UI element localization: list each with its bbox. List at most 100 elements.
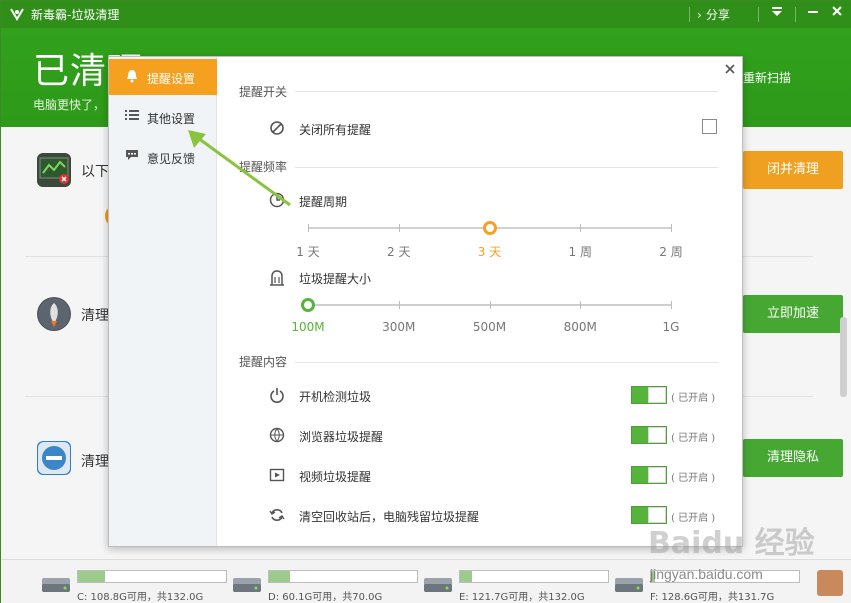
toggle-state-label: ( 已开启 ) bbox=[671, 433, 716, 444]
slider-tick bbox=[398, 301, 400, 309]
content-item-toggle[interactable] bbox=[631, 386, 667, 404]
slider-tick bbox=[489, 301, 491, 309]
divider bbox=[295, 167, 718, 168]
divider bbox=[295, 362, 718, 363]
dialog-close-button[interactable] bbox=[720, 59, 740, 79]
toggle-knob bbox=[648, 387, 666, 403]
drive-usage-fill bbox=[78, 571, 105, 582]
slider-tick bbox=[671, 301, 672, 309]
row-label: 清理 bbox=[81, 308, 109, 324]
toggle-state-label: ( 已开启 ) bbox=[671, 513, 716, 524]
guide-arrow-icon bbox=[188, 130, 291, 207]
slider-option-label[interactable]: 1G bbox=[663, 320, 680, 334]
sidebar-item-reminder-settings[interactable]: 提醒设置 bbox=[109, 59, 217, 95]
sidebar-item-label: 提醒设置 bbox=[147, 72, 196, 86]
row-label: 清理 bbox=[81, 454, 109, 470]
drive-usage-fill bbox=[651, 571, 656, 582]
slider-tick bbox=[671, 224, 672, 232]
drive-usage-bar bbox=[77, 570, 227, 583]
hard-drive-icon bbox=[615, 578, 643, 592]
minimize-button[interactable] bbox=[801, 4, 825, 24]
clean-privacy-button[interactable]: 清理隐私 bbox=[743, 439, 843, 477]
rescan-link[interactable]: 重新扫描 bbox=[743, 69, 791, 86]
content-item-toggle[interactable] bbox=[631, 426, 667, 444]
rocket-icon bbox=[37, 297, 71, 331]
content-item-label: 清空回收站后，电脑残留垃圾提醒 bbox=[299, 510, 480, 524]
toggle-state-label: ( 已开启 ) bbox=[671, 473, 716, 484]
slider-option-label[interactable]: 800M bbox=[564, 320, 597, 334]
hard-drive-icon bbox=[424, 578, 452, 592]
drive-info: F: 128.6G可用，共131.7G bbox=[650, 592, 775, 603]
monitor-icon bbox=[37, 153, 71, 187]
scrollbar[interactable] bbox=[840, 317, 847, 397]
privacy-icon bbox=[37, 441, 71, 475]
toolbox-icon[interactable] bbox=[817, 570, 843, 596]
minimize-icon bbox=[808, 11, 818, 13]
share-button[interactable]: › 分享 bbox=[697, 6, 730, 23]
content-item-label: 视频垃圾提醒 bbox=[299, 470, 372, 484]
close-window-button[interactable] bbox=[825, 4, 849, 24]
drive-e: E: 121.7G可用，共132.0G bbox=[423, 568, 613, 603]
chevron-right-icon: › bbox=[697, 8, 702, 22]
section-title-content: 提醒内容 bbox=[239, 355, 288, 369]
slider-tick bbox=[398, 224, 400, 232]
banner-subtitle: 电脑更快了， bbox=[33, 98, 106, 112]
drive-usage-bar bbox=[459, 570, 609, 583]
slider-option-label[interactable]: 300M bbox=[382, 320, 415, 334]
size-label: 垃圾提醒大小 bbox=[299, 272, 372, 286]
slider-option-label[interactable]: 1 周 bbox=[569, 243, 592, 260]
titlebar-divider bbox=[795, 7, 796, 22]
browser-icon bbox=[269, 427, 285, 443]
trash-bin-icon bbox=[270, 270, 284, 286]
drive-info: D: 60.1G可用，共70.0G bbox=[268, 592, 383, 603]
close-and-clean-button[interactable]: 闭并清理 bbox=[743, 151, 843, 189]
chat-icon bbox=[125, 149, 139, 163]
slider-option-label[interactable]: 1 天 bbox=[296, 243, 319, 260]
close-all-reminders-checkbox[interactable] bbox=[702, 119, 717, 134]
drive-usage-fill bbox=[269, 571, 290, 582]
content-item-toggle[interactable] bbox=[631, 506, 667, 524]
close-icon bbox=[832, 6, 842, 16]
slider-knob[interactable] bbox=[301, 298, 315, 312]
content-item-label: 开机检测垃圾 bbox=[299, 390, 372, 404]
titlebar-divider bbox=[689, 7, 690, 22]
section-title-switch: 提醒开关 bbox=[239, 85, 288, 99]
drive-info: C: 108.8G可用，共132.0G bbox=[77, 592, 204, 603]
content-item-label: 浏览器垃圾提醒 bbox=[299, 430, 384, 444]
speed-up-button[interactable]: 立即加速 bbox=[743, 295, 843, 333]
menu-down-icon bbox=[772, 7, 782, 16]
drive-d: D: 60.1G可用，共70.0G bbox=[232, 568, 422, 603]
app-logo-icon bbox=[10, 8, 24, 21]
drive-c: C: 108.8G可用，共132.0G bbox=[41, 568, 231, 603]
recycle-icon bbox=[269, 507, 285, 523]
bell-icon bbox=[125, 69, 139, 83]
slider-tick bbox=[580, 301, 582, 309]
content-item-toggle[interactable] bbox=[631, 466, 667, 484]
list-icon bbox=[125, 109, 139, 123]
drive-info: E: 121.7G可用，共132.0G bbox=[459, 592, 585, 603]
menu-button[interactable] bbox=[765, 4, 789, 24]
toggle-state-label: ( 已开启 ) bbox=[671, 393, 716, 404]
title-bar: 新毒霸-垃圾清理 › 分享 bbox=[1, 1, 851, 28]
disk-status-bar: C: 108.8G可用，共132.0G D: 60.1G可用，共70.0G E:… bbox=[1, 559, 851, 603]
video-icon bbox=[269, 467, 285, 483]
toggle-knob bbox=[648, 507, 666, 523]
hard-drive-icon bbox=[42, 578, 70, 592]
drive-usage-fill bbox=[460, 571, 472, 582]
slider-option-label[interactable]: 2 周 bbox=[659, 243, 682, 260]
app-title: 新毒霸-垃圾清理 bbox=[31, 8, 120, 22]
slider-option-label[interactable]: 500M bbox=[473, 320, 506, 334]
drive-usage-bar bbox=[650, 570, 800, 583]
toggle-knob bbox=[648, 467, 666, 483]
slider-tick bbox=[580, 224, 582, 232]
toggle-knob bbox=[648, 427, 666, 443]
period-label: 提醒周期 bbox=[299, 195, 348, 209]
slider-option-label[interactable]: 2 天 bbox=[387, 243, 410, 260]
drive-usage-bar bbox=[268, 570, 418, 583]
slider-tick bbox=[308, 224, 309, 232]
share-label: 分享 bbox=[705, 8, 730, 22]
row-label: 以下 bbox=[81, 164, 109, 180]
slider-option-label[interactable]: 3 天 bbox=[478, 243, 501, 260]
slider-knob[interactable] bbox=[482, 221, 497, 235]
slider-option-label[interactable]: 100M bbox=[291, 320, 324, 334]
